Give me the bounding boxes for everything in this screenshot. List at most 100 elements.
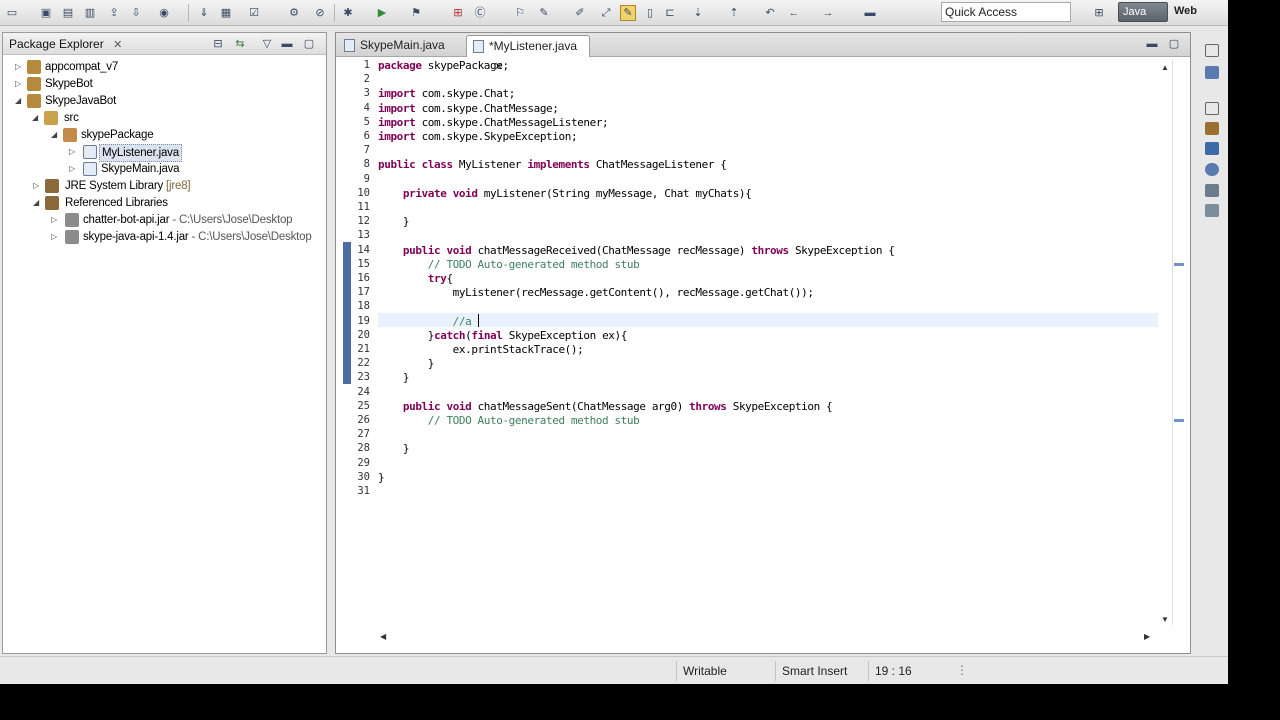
code-line[interactable]: import com.skype.ChatMessageListener; — [378, 116, 609, 129]
quick-access-input[interactable]: Quick Access — [941, 2, 1071, 22]
expand-arrow-icon[interactable]: ▷ — [31, 178, 41, 194]
new-icon[interactable]: ▭ — [4, 5, 20, 21]
new-java-project-icon[interactable]: ⊞ — [450, 5, 466, 21]
restore-icon[interactable] — [1205, 102, 1219, 115]
tree-item-appcompat[interactable]: ▷ appcompat_v7 — [13, 59, 313, 75]
tree-item-skypemain[interactable]: ▷ SkypeMain.java — [67, 161, 307, 177]
skip-breakpoints-icon[interactable]: ⊘ — [312, 5, 328, 21]
perspective-java-button[interactable]: Java — [1118, 2, 1168, 22]
perspective-web-button[interactable]: Web — [1172, 2, 1222, 22]
annotation-icon[interactable]: ⤢ — [598, 5, 614, 21]
open-type-icon[interactable]: ⚐ — [512, 5, 528, 21]
maximize-icon[interactable]: ▢ — [1166, 36, 1182, 52]
collapse-arrow-icon[interactable]: ◢ — [30, 110, 40, 126]
task-icon[interactable]: ☑ — [246, 5, 262, 21]
tree-item-referenced-libraries[interactable]: ◢ Referenced Libraries — [31, 195, 311, 211]
toggle-mark-occurrences-icon[interactable]: ✎ — [620, 5, 636, 21]
maximize-icon[interactable]: ▢ — [301, 36, 317, 52]
block-selection-icon[interactable]: ▯ — [642, 5, 658, 21]
next-annotation-icon[interactable]: ⇣ — [690, 5, 706, 21]
code-line[interactable]: // TODO Auto-generated method stub — [378, 414, 640, 427]
code-line[interactable]: import com.skype.SkypeException; — [378, 130, 578, 143]
expand-arrow-icon[interactable]: ▷ — [49, 212, 59, 228]
status-bar-handle[interactable]: ⋮ — [956, 663, 968, 677]
download-icon[interactable]: ⇓ — [196, 5, 212, 21]
code-line[interactable]: } — [378, 215, 410, 228]
code-line[interactable]: try{ — [378, 272, 453, 285]
console-icon[interactable] — [1205, 163, 1219, 176]
forward-icon[interactable]: → — [820, 5, 836, 21]
collapse-arrow-icon[interactable]: ◢ — [49, 127, 59, 143]
tab-mylistener[interactable]: *MyListener.java ✕ — [466, 35, 590, 73]
code-line[interactable]: }catch(final SkypeException ex){ — [378, 329, 628, 342]
scroll-down-icon[interactable]: ▼ — [1161, 615, 1169, 624]
tree-item-skypepackage[interactable]: ◢ skypePackage — [49, 127, 309, 143]
expand-arrow-icon[interactable]: ▷ — [67, 144, 77, 160]
code-line[interactable]: public void chatMessageSent(ChatMessage … — [378, 400, 833, 413]
collapse-arrow-icon[interactable]: ◢ — [31, 195, 41, 211]
expand-arrow-icon[interactable]: ▷ — [13, 59, 23, 75]
tree-item-chatter-bot-jar[interactable]: ▷ chatter-bot-api.jar - C:\Users\Jose\De… — [49, 212, 325, 228]
expand-arrow-icon[interactable]: ▷ — [49, 229, 59, 245]
view-menu-icon[interactable]: ▽ — [259, 36, 275, 52]
new-class-icon[interactable]: Ⓒ — [472, 5, 488, 21]
scroll-up-icon[interactable]: ▲ — [1161, 63, 1169, 72]
hierarchy-icon[interactable]: ⚙ — [286, 5, 302, 21]
tab-skypemain[interactable]: SkypeMain.java — [338, 35, 464, 57]
code-line[interactable]: public class MyListener implements ChatM… — [378, 158, 727, 171]
link-with-editor-icon[interactable]: ⇆ — [232, 36, 248, 52]
tree-item-src[interactable]: ◢ src — [30, 110, 310, 126]
back-icon[interactable]: ← — [786, 5, 802, 21]
prev-annotation-icon[interactable]: ⇡ — [726, 5, 742, 21]
print-icon[interactable]: ▥ — [82, 5, 98, 21]
minimize-icon[interactable]: ▬ — [279, 36, 295, 52]
vertical-scrollbar[interactable]: ▲ ▼ — [1158, 59, 1172, 625]
server-icon[interactable]: ▦ — [218, 5, 234, 21]
code-line[interactable]: import com.skype.Chat; — [378, 87, 515, 100]
code-line[interactable]: } — [378, 357, 435, 370]
code-line[interactable]: private void myListener(String myMessage… — [378, 187, 752, 200]
declaration-icon[interactable] — [1205, 142, 1219, 155]
search-view-icon[interactable] — [1205, 204, 1219, 217]
collapse-all-icon[interactable]: ⊟ — [210, 36, 226, 52]
show-whitespace-icon[interactable]: ⊏ — [662, 5, 678, 21]
external-tools-icon[interactable]: ⚑ — [408, 5, 424, 21]
last-edit-icon[interactable]: ↶ — [762, 5, 778, 21]
expand-arrow-icon[interactable]: ▷ — [13, 76, 23, 92]
scroll-right-icon[interactable]: ▶ — [1144, 632, 1150, 641]
outline-icon[interactable] — [1205, 66, 1219, 79]
restore-icon[interactable] — [1205, 44, 1219, 57]
horizontal-scrollbar[interactable]: ◀ ▶ — [378, 631, 1152, 645]
web-browser-icon[interactable]: ◉ — [156, 5, 172, 21]
expand-arrow-icon[interactable]: ▷ — [67, 161, 77, 177]
collapse-arrow-icon[interactable]: ◢ — [13, 93, 23, 109]
open-perspective-icon[interactable]: ⊞ — [1091, 5, 1107, 21]
save-all-icon[interactable]: ▤ — [60, 5, 76, 21]
code-line[interactable]: } — [378, 371, 410, 384]
tree-item-mylistener[interactable]: ▷ MyListener.java — [67, 144, 307, 162]
code-line[interactable]: // TODO Auto-generated method stub — [378, 258, 640, 271]
export-icon[interactable]: ⇪ — [106, 5, 122, 21]
javadoc-icon[interactable] — [1205, 122, 1219, 135]
close-icon[interactable]: ✕ — [113, 39, 122, 51]
code-line[interactable]: myListener(recMessage.getContent(), recM… — [378, 286, 814, 299]
code-line[interactable]: } — [378, 442, 410, 455]
debug-icon[interactable]: ✱ — [340, 5, 356, 21]
tree-item-jre-library[interactable]: ▷ JRE System Library [jre8] — [31, 178, 311, 194]
package-explorer-tab[interactable]: Package Explorer ✕ — [3, 34, 122, 55]
tree-item-skypejavabot[interactable]: ◢ SkypeJavaBot — [13, 93, 313, 109]
search-icon[interactable]: ✎ — [536, 5, 552, 21]
save-icon[interactable]: ▣ — [38, 5, 54, 21]
minimize-icon[interactable]: ▬ — [1144, 36, 1160, 52]
scroll-left-icon[interactable]: ◀ — [380, 632, 386, 641]
code-line[interactable]: import com.skype.ChatMessage; — [378, 102, 559, 115]
tree-item-skype-java-api-jar[interactable]: ▷ skype-java-api-1.4.jar - C:\Users\Jose… — [49, 229, 325, 245]
problems-icon[interactable] — [1205, 184, 1219, 197]
code-line[interactable]: ex.printStackTrace(); — [378, 343, 584, 356]
import-icon[interactable]: ⇩ — [128, 5, 144, 21]
code-line[interactable]: //a — [378, 315, 472, 328]
code-line[interactable]: public void chatMessageReceived(ChatMess… — [378, 244, 895, 257]
open-task-icon[interactable]: ✐ — [572, 5, 588, 21]
code-line[interactable]: } — [378, 471, 385, 484]
code-line[interactable]: package skypePackage; — [378, 59, 509, 72]
